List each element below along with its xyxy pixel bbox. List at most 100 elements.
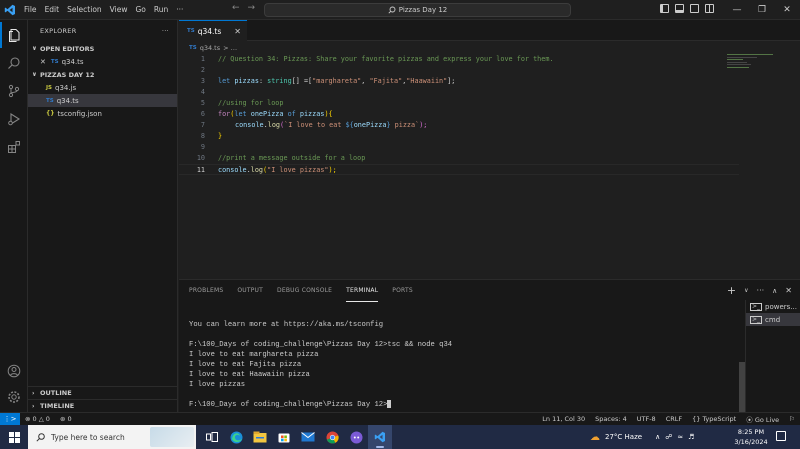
window-title: Pizzas Day 12: [398, 6, 448, 14]
notifications-icon[interactable]: [776, 431, 786, 441]
tab-terminal[interactable]: TERMINAL: [346, 280, 379, 302]
title-bar: File Edit Selection View Go Run ··· ← → …: [0, 0, 800, 20]
problems-status[interactable]: ⊗ 0 △ 0: [20, 415, 55, 423]
terminal-name: cmd: [765, 315, 781, 324]
breadcrumb-separator[interactable]: > …: [223, 44, 237, 52]
close-editor-icon[interactable]: ✕: [40, 58, 46, 66]
volume-icon[interactable]: ♬: [688, 433, 694, 441]
close-tab-icon[interactable]: ✕: [234, 27, 241, 36]
encoding[interactable]: UTF-8: [632, 415, 661, 423]
explorer-icon[interactable]: [0, 22, 28, 48]
command-center[interactable]: Pizzas Day 12: [264, 3, 571, 17]
timeline-section[interactable]: › TIMELINE: [28, 399, 178, 412]
go-live-button[interactable]: ⦿ Go Live: [741, 414, 784, 424]
tab-problems[interactable]: PROBLEMS: [189, 280, 223, 302]
close-panel-icon[interactable]: ✕: [785, 286, 792, 295]
menu-selection[interactable]: Selection: [63, 0, 106, 20]
account-icon[interactable]: [0, 358, 28, 384]
toggle-panel-icon[interactable]: [675, 4, 684, 13]
forward-arrow-icon[interactable]: →: [248, 3, 256, 13]
taskbar-clock[interactable]: 8:25 PM 3/16/2024: [730, 427, 772, 447]
file-item-q34-js[interactable]: JS q34.js: [28, 81, 177, 94]
back-arrow-icon[interactable]: ←: [232, 3, 240, 13]
minimize-icon[interactable]: —: [725, 0, 749, 20]
open-editors-section[interactable]: ∨ OPEN EDITORS: [28, 42, 177, 55]
windows-start-icon[interactable]: [0, 425, 28, 449]
line-number: 11: [196, 166, 205, 174]
tab-debug-console[interactable]: DEBUG CONSOLE: [277, 280, 332, 302]
remote-indicator-icon[interactable]: ⋮>: [0, 412, 20, 426]
tab-q34-ts[interactable]: TS q34.ts ✕: [179, 20, 247, 41]
terminal-item-cmd[interactable]: >_ cmd: [746, 313, 800, 326]
file-item-tsconfig[interactable]: {} tsconfig.json: [28, 107, 177, 120]
more-actions-icon[interactable]: ···: [757, 286, 765, 295]
chrome-icon[interactable]: [320, 425, 344, 449]
network-icon[interactable]: ☍: [665, 433, 672, 441]
taskbar-search-box[interactable]: Type here to search: [28, 425, 196, 449]
terminal-output[interactable]: You can learn more at https://aka.ms/tsc…: [189, 320, 729, 410]
show-hidden-icons-icon[interactable]: ∧: [655, 433, 660, 441]
search-icon: [36, 432, 45, 442]
task-view-icon[interactable]: [200, 425, 224, 449]
edge-browser-icon[interactable]: [224, 425, 248, 449]
wifi-icon[interactable]: ≈: [677, 433, 683, 441]
editor-tabs: TS q34.ts ✕: [179, 20, 800, 41]
breadcrumb-file[interactable]: q34.ts: [200, 44, 220, 52]
notifications-bell-icon[interactable]: ⚐: [784, 415, 800, 423]
source-control-icon[interactable]: [0, 78, 28, 104]
menu-file[interactable]: File: [20, 0, 41, 20]
menu-more[interactable]: ···: [172, 0, 187, 20]
chevron-down-icon[interactable]: ∨: [744, 287, 748, 294]
terminal-line: You can learn more at https://aka.ms/tsc…: [189, 321, 384, 329]
microsoft-store-icon[interactable]: [272, 425, 296, 449]
end-of-line[interactable]: CRLF: [661, 415, 687, 423]
menu-go[interactable]: Go: [131, 0, 149, 20]
vscode-logo-icon: [0, 0, 20, 20]
layout-controls: [660, 4, 714, 13]
explorer-more-icon[interactable]: ···: [162, 27, 169, 35]
language-mode[interactable]: {} TypeScript: [687, 415, 741, 423]
toggle-secondary-sidebar-icon[interactable]: [690, 4, 699, 13]
discord-like-app-icon[interactable]: [344, 425, 368, 449]
code-line-current: 11 console.log("I love pizzas");: [179, 164, 739, 175]
tab-output[interactable]: OUTPUT: [237, 280, 263, 302]
new-terminal-icon[interactable]: +: [727, 284, 736, 297]
maximize-panel-icon[interactable]: ∧: [772, 287, 777, 295]
code-editor[interactable]: 1 // Question 34: Pizzas: Share your favo…: [179, 54, 800, 278]
line-number: 9: [200, 143, 205, 151]
restore-icon[interactable]: ❐: [750, 0, 774, 20]
menu-edit[interactable]: Edit: [41, 0, 64, 20]
activity-bar: [0, 20, 28, 412]
settings-gear-icon[interactable]: [0, 384, 28, 410]
terminal-icon: >_: [750, 302, 763, 311]
chevron-down-icon: ∨: [32, 45, 37, 52]
explorer-title: EXPLORER: [40, 27, 77, 35]
tab-label: q34.ts: [197, 26, 222, 36]
weather-text[interactable]: 27°C Haze: [605, 433, 642, 441]
close-icon[interactable]: ✕: [775, 0, 799, 20]
tab-ports[interactable]: PORTS: [392, 280, 413, 302]
customize-layout-icon[interactable]: [705, 4, 714, 13]
outline-section[interactable]: › OUTLINE: [28, 386, 178, 399]
extensions-icon[interactable]: [0, 134, 28, 160]
cursor-position[interactable]: Ln 11, Col 30: [537, 415, 590, 423]
toggle-sidebar-icon[interactable]: [660, 4, 669, 13]
search-view-icon[interactable]: [0, 50, 28, 76]
ports-status[interactable]: ⊛ 0: [55, 415, 77, 423]
menu-view[interactable]: View: [106, 0, 132, 20]
open-editor-item[interactable]: ✕ TS q34.ts: [28, 55, 177, 68]
folder-section[interactable]: ∨ PIZZAS DAY 12: [28, 68, 177, 81]
code-line: 8}: [179, 131, 739, 142]
terminal-item-powershell[interactable]: >_ powers...: [746, 300, 800, 313]
vscode-taskbar-icon[interactable]: [368, 425, 392, 449]
file-item-q34-ts[interactable]: TS q34.ts: [28, 94, 177, 107]
menu-run[interactable]: Run: [150, 0, 172, 20]
line-number: 3: [200, 77, 205, 85]
indentation[interactable]: Spaces: 4: [590, 415, 632, 423]
weather-icon[interactable]: ☁: [590, 432, 600, 443]
mail-icon[interactable]: [296, 425, 320, 449]
minimap[interactable]: [727, 54, 777, 74]
file-explorer-icon[interactable]: [248, 425, 272, 449]
run-debug-icon[interactable]: [0, 106, 28, 132]
code-line: 9: [179, 142, 739, 153]
